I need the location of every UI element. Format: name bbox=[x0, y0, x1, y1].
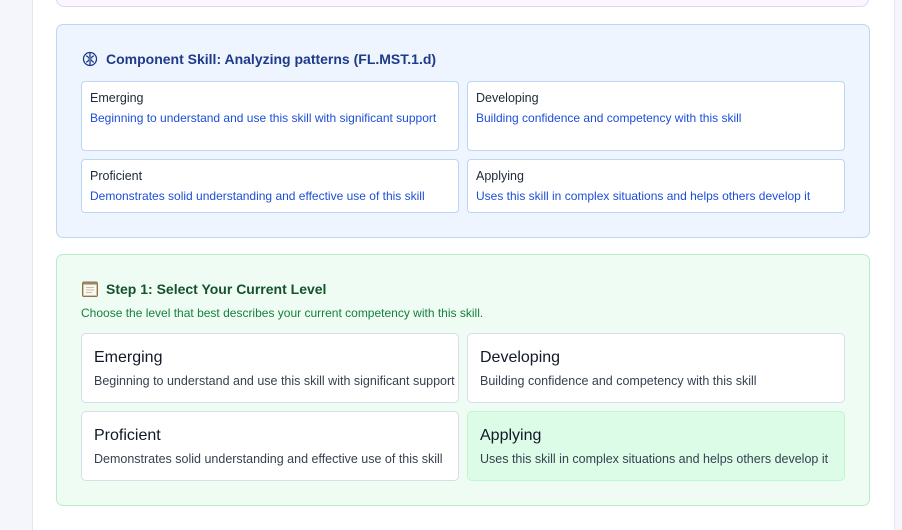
previous-section-panel bbox=[56, 0, 869, 7]
step-description: Choose the level that best describes you… bbox=[81, 306, 484, 320]
option-name: Proficient bbox=[94, 427, 161, 444]
brain-icon bbox=[81, 50, 99, 68]
level-description: Demonstrates solid understanding and eff… bbox=[90, 189, 425, 203]
step-1-panel: Step 1: Select Your Current Level Choose… bbox=[56, 254, 870, 506]
level-description: Beginning to understand and use this ski… bbox=[90, 111, 437, 125]
level-name: Proficient bbox=[90, 169, 143, 183]
step-title: Step 1: Select Your Current Level bbox=[106, 281, 327, 297]
level-description: Uses this skill in complex situations an… bbox=[476, 189, 811, 203]
level-name: Developing bbox=[476, 91, 539, 105]
level-card-emerging: Emerging Beginning to understand and use… bbox=[81, 81, 459, 151]
option-description: Building confidence and competency with … bbox=[480, 374, 757, 388]
level-option-proficient[interactable]: Proficient Demonstrates solid understand… bbox=[81, 411, 459, 481]
step-header: Step 1: Select Your Current Level bbox=[81, 280, 326, 298]
level-option-emerging[interactable]: Emerging Beginning to understand and use… bbox=[81, 333, 459, 403]
component-skill-panel: Component Skill: Analyzing patterns (FL.… bbox=[56, 24, 870, 238]
component-skill-title: Component Skill: Analyzing patterns (FL.… bbox=[106, 51, 437, 67]
level-name: Emerging bbox=[90, 91, 144, 105]
component-skill-header: Component Skill: Analyzing patterns (FL.… bbox=[81, 50, 436, 68]
option-description: Uses this skill in complex situations an… bbox=[480, 452, 829, 466]
level-description: Building confidence and competency with … bbox=[476, 111, 742, 125]
option-description: Demonstrates solid understanding and eff… bbox=[94, 452, 443, 466]
option-description: Beginning to understand and use this ski… bbox=[94, 374, 455, 388]
level-card-developing: Developing Building confidence and compe… bbox=[467, 81, 845, 151]
level-card-proficient: Proficient Demonstrates solid understand… bbox=[81, 159, 459, 213]
level-name: Applying bbox=[476, 169, 524, 183]
clipboard-icon bbox=[81, 280, 99, 298]
level-card-applying: Applying Uses this skill in complex situ… bbox=[467, 159, 845, 213]
level-option-developing[interactable]: Developing Building confidence and compe… bbox=[467, 333, 845, 403]
option-name: Emerging bbox=[94, 349, 163, 366]
level-option-applying[interactable]: Applying Uses this skill in complex situ… bbox=[467, 411, 845, 481]
option-name: Developing bbox=[480, 349, 561, 366]
option-name: Applying bbox=[480, 427, 542, 444]
